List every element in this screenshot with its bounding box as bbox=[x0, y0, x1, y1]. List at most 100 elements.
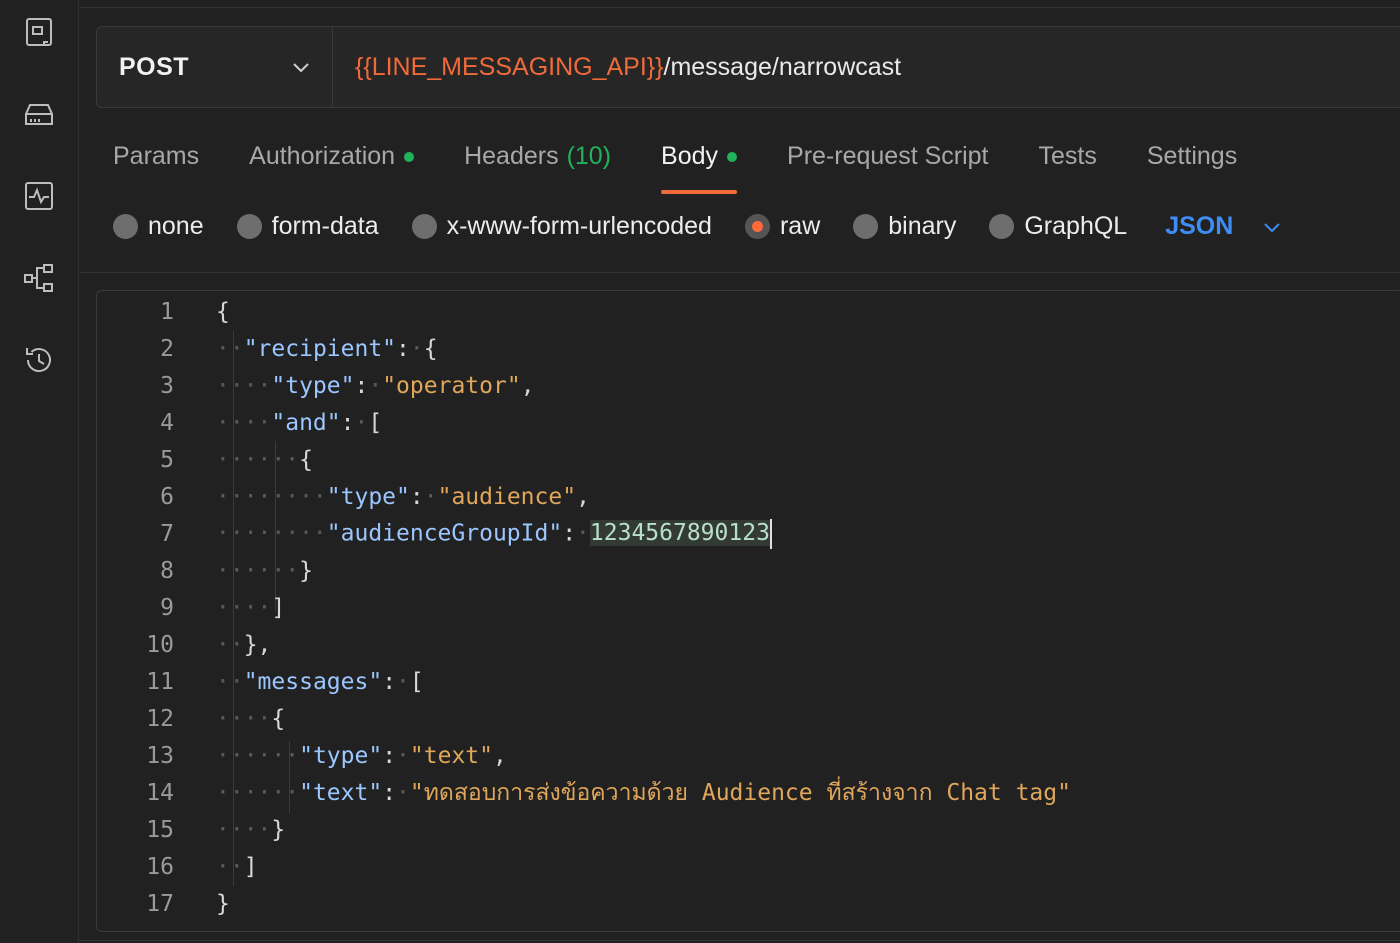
code-text: } bbox=[216, 890, 230, 917]
left-sidebar bbox=[0, 0, 79, 943]
json-key: "messages" bbox=[243, 668, 383, 695]
code-line: 11 ··"messages":·[ bbox=[97, 663, 424, 700]
code-line: 3 ····"type":·"operator", bbox=[97, 367, 535, 404]
tab-prerequest-script[interactable]: Pre-request Script bbox=[787, 138, 988, 194]
code-editor[interactable]: 1{ 2 ··"recipient":·{ 3 ····"type":·"opera… bbox=[96, 290, 1400, 932]
json-string: "ทดสอบการส่งข้อความด้วย Audience ที่สร้า… bbox=[409, 779, 1071, 806]
json-key: "text" bbox=[299, 779, 383, 806]
radio-icon bbox=[989, 214, 1015, 239]
tab-tests[interactable]: Tests bbox=[1039, 138, 1097, 194]
line-number: 2 bbox=[160, 335, 174, 362]
tab-label: Pre-request Script bbox=[787, 142, 989, 170]
text-cursor bbox=[769, 518, 772, 549]
format-select[interactable]: JSON bbox=[1165, 212, 1283, 241]
code-line: 7 ········"audienceGroupId":·123456789012… bbox=[97, 515, 772, 552]
monitors-icon[interactable] bbox=[20, 177, 58, 215]
radio-icon bbox=[411, 214, 437, 239]
request-editor: POST {{LINE_MESSAGING_API}}/message/narr… bbox=[79, 0, 1400, 943]
collections-icon[interactable] bbox=[20, 13, 58, 51]
method-label: POST bbox=[119, 52, 190, 81]
radio-label: raw bbox=[779, 212, 821, 240]
code-line: 14 ······"text":·"ทดสอบการส่งข้อความด้วย … bbox=[97, 774, 1071, 811]
code-line: 12 ····{ bbox=[97, 700, 285, 737]
code-text: ··"messages":·[ bbox=[216, 668, 424, 695]
flows-icon[interactable] bbox=[20, 259, 58, 297]
request-tabs: Params Authorization Headers (10) Body Pr… bbox=[113, 138, 1287, 194]
radio-binary[interactable]: binary bbox=[853, 212, 956, 241]
chevron-down-icon bbox=[293, 63, 309, 73]
line-number: 3 bbox=[160, 372, 174, 399]
radio-label: binary bbox=[888, 212, 957, 240]
line-number: 12 bbox=[146, 705, 174, 732]
url-variable: {{LINE_MESSAGING_API}} bbox=[355, 52, 664, 81]
format-label: JSON bbox=[1165, 212, 1234, 240]
tab-authorization[interactable]: Authorization bbox=[249, 138, 415, 194]
code-text: ······"text":·"ทดสอบการส่งข้อความด้วย Au… bbox=[216, 779, 1071, 806]
radio-label: x-www-form-urlencoded bbox=[446, 212, 712, 240]
code-line: 8 ······} bbox=[97, 552, 313, 589]
status-dot bbox=[727, 152, 738, 162]
radio-icon bbox=[113, 214, 138, 239]
json-key: "recipient" bbox=[243, 335, 397, 362]
tab-settings[interactable]: Settings bbox=[1147, 138, 1237, 194]
code-text: ··"recipient":·{ bbox=[216, 335, 438, 362]
line-number: 1 bbox=[160, 298, 174, 325]
tab-label: Authorization bbox=[249, 142, 396, 170]
tab-body[interactable]: Body bbox=[661, 138, 738, 194]
code-text: ········"audienceGroupId":·1234567890123 bbox=[216, 518, 772, 549]
divider bbox=[79, 272, 1400, 273]
radio-form-data[interactable]: form-data bbox=[236, 212, 379, 241]
line-number: 10 bbox=[146, 631, 174, 658]
line-number: 7 bbox=[160, 520, 174, 547]
code-line: 9 ····] bbox=[97, 589, 285, 626]
line-number: 9 bbox=[160, 594, 174, 621]
code-line: 13 ······"type":·"text", bbox=[97, 737, 507, 774]
radio-urlencoded[interactable]: x-www-form-urlencoded bbox=[411, 212, 712, 241]
radio-label: none bbox=[148, 212, 204, 240]
tab-label: Headers bbox=[464, 142, 559, 170]
radio-raw[interactable]: raw bbox=[744, 212, 821, 241]
line-number: 6 bbox=[160, 483, 174, 510]
radio-graphql[interactable]: GraphQL bbox=[989, 212, 1127, 241]
json-key: "and" bbox=[271, 409, 341, 436]
code-text: ····"type":·"operator", bbox=[216, 372, 535, 399]
json-string: "audience" bbox=[437, 483, 577, 510]
json-string: "text" bbox=[409, 742, 493, 769]
code-line: 2 ··"recipient":·{ bbox=[97, 330, 438, 367]
code-line: 6 ········"type":·"audience", bbox=[97, 478, 590, 515]
json-string: "operator" bbox=[382, 372, 521, 399]
code-line: 15 ····} bbox=[97, 811, 285, 848]
code-text: ····} bbox=[216, 816, 286, 843]
method-select[interactable]: POST bbox=[97, 27, 333, 107]
code-text: ······{ bbox=[216, 446, 313, 473]
radio-icon bbox=[853, 214, 879, 239]
divider bbox=[79, 940, 1400, 941]
code-text: ··] bbox=[216, 853, 258, 880]
json-key: "type" bbox=[299, 742, 383, 769]
tab-label: Settings bbox=[1146, 142, 1238, 170]
url-input[interactable]: {{LINE_MESSAGING_API}}/message/narrowcas… bbox=[333, 53, 901, 82]
line-number: 14 bbox=[146, 779, 174, 806]
line-number: 13 bbox=[146, 742, 174, 769]
code-line: 4 ····"and":·[ bbox=[97, 404, 382, 441]
radio-label: form-data bbox=[271, 212, 379, 240]
tab-headers[interactable]: Headers (10) bbox=[464, 138, 611, 194]
radio-none[interactable]: none bbox=[113, 212, 204, 241]
tab-label: Params bbox=[113, 142, 200, 170]
headers-count: (10) bbox=[566, 142, 612, 170]
history-icon[interactable] bbox=[20, 341, 58, 379]
line-number: 15 bbox=[146, 816, 174, 843]
line-number: 4 bbox=[160, 409, 174, 436]
code-text: ····"and":·[ bbox=[216, 409, 383, 436]
code-text: ······} bbox=[216, 557, 313, 584]
environments-icon[interactable] bbox=[20, 95, 58, 133]
json-key: "type" bbox=[271, 372, 355, 399]
url-path: /message/narrowcast bbox=[663, 52, 902, 81]
code-text: ····] bbox=[216, 594, 286, 621]
code-line: 16 ··] bbox=[97, 848, 258, 885]
json-number: 1234567890123 bbox=[589, 520, 770, 546]
request-bar: POST {{LINE_MESSAGING_API}}/message/narr… bbox=[96, 26, 1400, 108]
code-text: ····{ bbox=[216, 705, 286, 732]
json-key: "audienceGroupId" bbox=[326, 520, 563, 546]
tab-params[interactable]: Params bbox=[113, 138, 199, 194]
